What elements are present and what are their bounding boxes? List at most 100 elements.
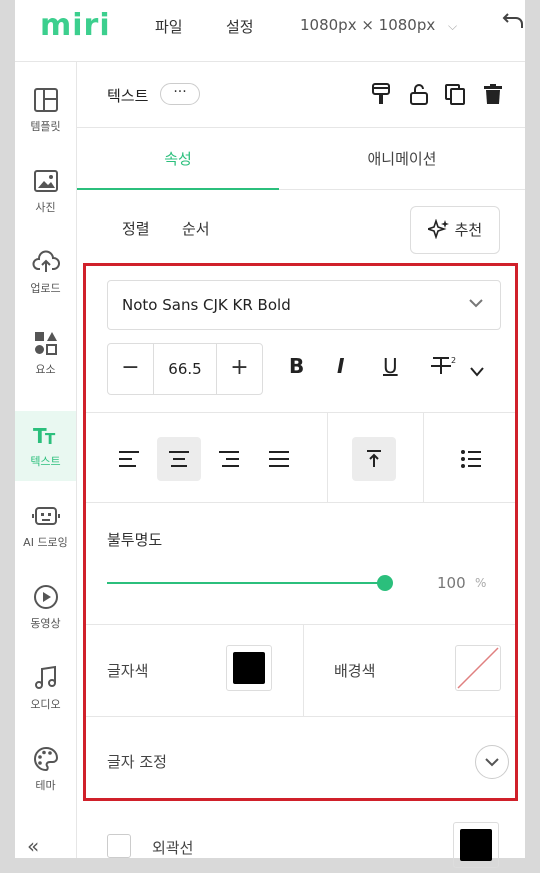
recommend-label: 추천 <box>454 221 483 239</box>
panel-title: 텍스트 <box>107 87 149 105</box>
sidebar-item-elements[interactable]: 요소 <box>15 319 76 389</box>
sparkle-icon <box>425 218 449 240</box>
divider <box>86 624 515 625</box>
text-adjust-label[interactable]: 글자 조정 <box>107 751 167 772</box>
sidebar-item-label: 테마 <box>35 779 56 792</box>
menu-settings[interactable]: 설정 <box>226 16 254 37</box>
sidebar-item-label: 텍스트 <box>30 455 61 468</box>
sidebar-item-label: 오디오 <box>30 698 61 711</box>
align-justify-button[interactable] <box>257 437 301 481</box>
align-center-button[interactable] <box>157 437 201 481</box>
unlock-icon[interactable] <box>407 82 431 106</box>
divider <box>303 624 304 716</box>
font-size-stepper: − 66.5 + <box>107 343 263 395</box>
opacity-value[interactable]: 100 <box>437 574 466 592</box>
svg-text:2: 2 <box>451 356 456 365</box>
color-fill <box>460 829 492 861</box>
play-icon <box>33 585 58 609</box>
text-color-swatch[interactable] <box>226 645 272 691</box>
font-family-value: Noto Sans CJK KR Bold <box>122 296 291 314</box>
more-options-button[interactable]: ··· <box>160 83 200 105</box>
chevron-down-icon: ⌵ <box>448 19 458 33</box>
color-fill <box>233 652 265 684</box>
align-left-button[interactable] <box>107 437 151 481</box>
opacity-slider-handle[interactable] <box>377 575 393 591</box>
panel-header: 텍스트 ··· <box>77 62 525 128</box>
align-right-button[interactable] <box>207 437 251 481</box>
strikethrough-icon[interactable]: 2 <box>431 354 459 378</box>
top-bar: miri 파일 설정 1080px × 1080px ⌵ <box>15 0 525 62</box>
divider <box>86 716 515 717</box>
menu-file[interactable]: 파일 <box>155 16 183 37</box>
chevron-down-icon[interactable] <box>469 366 485 378</box>
sidebar-item-ai-drawing[interactable]: AI 드로잉 <box>15 492 76 562</box>
sidebar-item-label: 업로드 <box>30 282 61 295</box>
opacity-slider-track[interactable] <box>107 582 385 584</box>
tab-animation[interactable]: 애니메이션 <box>279 128 525 190</box>
sidebar-item-template[interactable]: 템플릿 <box>15 76 76 146</box>
sidebar-item-text[interactable]: TT 텍스트 <box>15 411 76 481</box>
robot-icon <box>31 507 60 525</box>
tab-properties[interactable]: 속성 <box>77 128 279 190</box>
chevron-down-icon <box>468 295 484 315</box>
template-icon <box>33 88 58 112</box>
sidebar-item-label: 동영상 <box>30 617 61 630</box>
font-size-input[interactable]: 66.5 <box>154 344 216 394</box>
list-button[interactable] <box>449 437 493 481</box>
opacity-unit: % <box>475 576 487 590</box>
trash-icon[interactable] <box>481 82 505 106</box>
shapes-icon <box>34 332 57 355</box>
canvas-size-select[interactable]: 1080px × 1080px ⌵ <box>300 16 457 34</box>
background-color-swatch[interactable] <box>455 645 501 691</box>
canvas-size-value: 1080px × 1080px <box>300 16 436 34</box>
format-painter-icon[interactable] <box>369 82 393 106</box>
undo-icon[interactable] <box>502 10 524 37</box>
sidebar-item-label: AI 드로잉 <box>23 536 68 549</box>
bold-button[interactable]: B <box>289 354 304 378</box>
increase-size-button[interactable]: + <box>216 344 262 394</box>
align-center-icon <box>169 451 189 467</box>
recommend-button[interactable]: 추천 <box>410 206 500 254</box>
sidebar-item-theme[interactable]: 테마 <box>15 735 76 805</box>
divider <box>327 412 328 502</box>
frame-left <box>0 0 15 873</box>
list-icon <box>461 450 481 468</box>
outline-checkbox[interactable] <box>107 834 131 858</box>
align-justify-icon <box>269 451 289 467</box>
collapse-sidebar-icon[interactable]: « <box>27 834 39 858</box>
sidebar-item-photo[interactable]: 사진 <box>15 157 76 227</box>
duplicate-icon[interactable] <box>443 82 467 106</box>
outline-label: 외곽선 <box>152 839 194 857</box>
image-icon <box>33 170 58 192</box>
music-note-icon <box>34 665 56 689</box>
align-top-icon <box>367 450 381 467</box>
svg-text:T: T <box>45 430 56 448</box>
sidebar-item-upload[interactable]: 업로드 <box>15 238 76 308</box>
cloud-upload-icon <box>31 250 60 272</box>
vertical-align-top-button[interactable] <box>352 437 396 481</box>
align-left-icon <box>119 451 139 467</box>
no-color-icon <box>457 647 499 689</box>
divider <box>86 502 515 503</box>
italic-button[interactable]: I <box>337 354 344 378</box>
order-menu[interactable]: 순서 <box>182 218 210 239</box>
app-logo[interactable]: miri <box>40 8 111 43</box>
align-menu[interactable]: 정렬 <box>122 218 150 239</box>
background-color-label: 배경색 <box>334 662 376 680</box>
sidebar-item-video[interactable]: 동영상 <box>15 573 76 643</box>
decrease-size-button[interactable]: − <box>108 344 154 394</box>
outline-color-swatch[interactable] <box>453 822 499 868</box>
panel-tabs: 속성 애니메이션 <box>77 128 525 190</box>
divider <box>423 412 424 502</box>
frame-right <box>525 0 540 873</box>
sidebar-item-label: 요소 <box>35 363 56 376</box>
opacity-label: 불투명도 <box>107 531 163 549</box>
palette-icon <box>33 746 58 772</box>
font-family-select[interactable]: Noto Sans CJK KR Bold <box>107 280 501 330</box>
underline-button[interactable]: U <box>383 354 398 378</box>
divider <box>86 412 515 413</box>
sidebar-item-audio[interactable]: 오디오 <box>15 654 76 724</box>
chevron-down-icon <box>485 758 499 767</box>
expand-adjust-button[interactable] <box>475 745 509 779</box>
text-properties-panel: 텍스트 ··· 속성 애니메이션 정렬 순서 추천 Noto Sans CJK … <box>77 62 525 868</box>
